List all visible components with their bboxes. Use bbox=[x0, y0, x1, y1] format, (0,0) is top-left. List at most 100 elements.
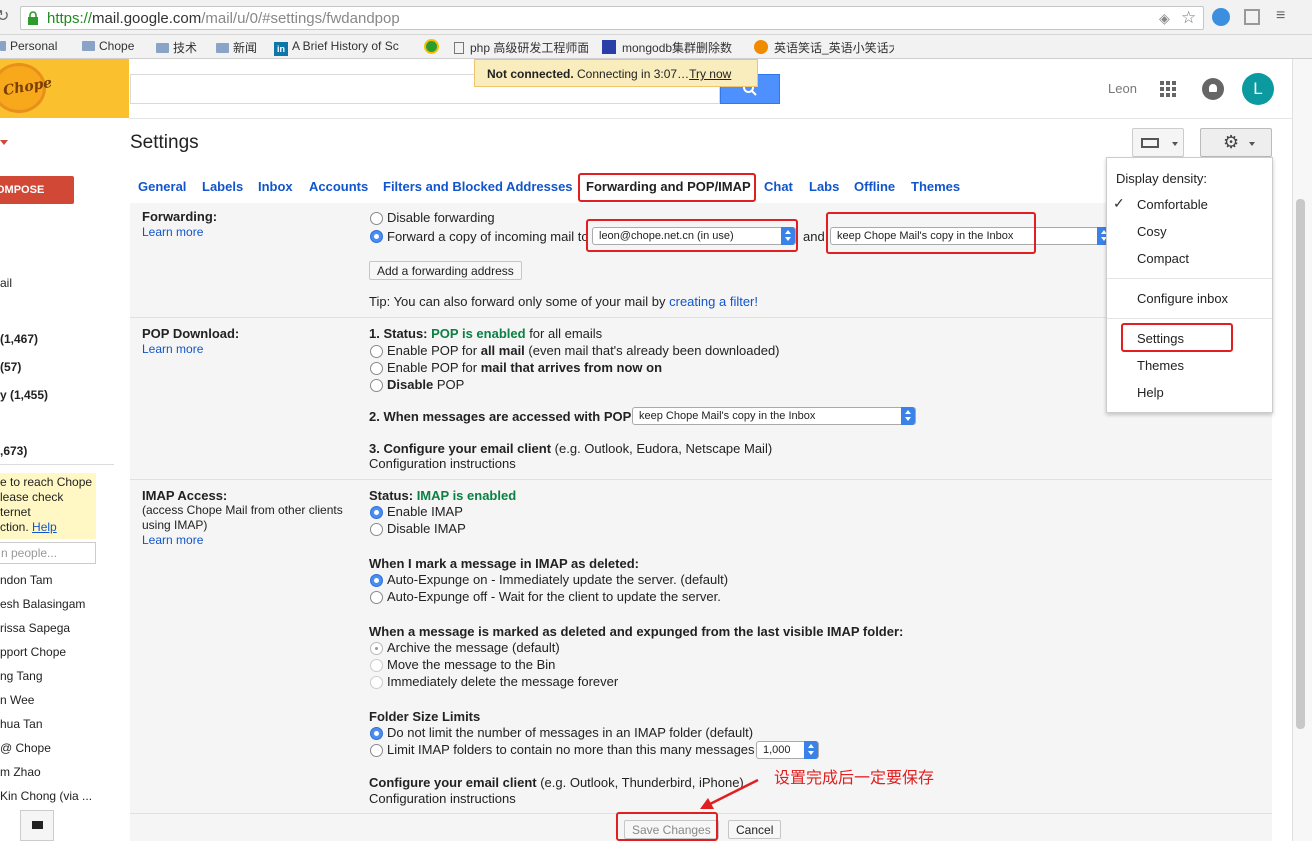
address-bar[interactable]: https://mail.google.com/mail/u/0/#settin… bbox=[20, 6, 1204, 30]
folder-size-label: Folder Size Limits bbox=[369, 709, 481, 724]
menu-icon[interactable]: ≡ bbox=[1276, 7, 1285, 25]
cancel-button[interactable]: Cancel bbox=[728, 820, 782, 839]
reload-icon[interactable]: ↻ bbox=[0, 6, 9, 26]
display-density-label: Display density: bbox=[1116, 171, 1208, 186]
compose-button[interactable]: OMPOSE bbox=[0, 176, 74, 204]
swirl-icon bbox=[754, 40, 768, 54]
extension-layout-icon[interactable] bbox=[1244, 9, 1260, 25]
input-tools-button[interactable] bbox=[1132, 128, 1184, 157]
page-scrollbar[interactable] bbox=[1292, 59, 1312, 841]
chope-logo: Chope bbox=[0, 63, 53, 113]
imap-configuration-link[interactable]: Configuration instructions bbox=[369, 791, 516, 806]
sidebar-item-count[interactable]: ,673) bbox=[0, 444, 27, 458]
connection-notice: Not connected. Connecting in 3:07…Try no… bbox=[474, 59, 758, 87]
try-now-link[interactable]: Try now bbox=[689, 67, 731, 81]
archive-radio[interactable] bbox=[370, 642, 383, 655]
menu-item-comfortable[interactable]: Comfortable bbox=[1137, 197, 1208, 212]
pop-all-mail-radio[interactable] bbox=[370, 345, 383, 358]
apps-grid-icon[interactable] bbox=[1160, 81, 1176, 97]
tab-themes[interactable]: Themes bbox=[911, 179, 960, 194]
pop-all-mail-label: Enable POP for all mail (even mail that'… bbox=[387, 343, 780, 358]
forwarding-tip: Tip: You can also forward only some of y… bbox=[369, 294, 758, 309]
pop-disable-radio[interactable] bbox=[370, 379, 383, 392]
contact-item[interactable]: m Zhao bbox=[0, 765, 41, 779]
pop-configuration-link[interactable]: Configuration instructions bbox=[369, 456, 516, 471]
brand-logo-area[interactable]: Chope bbox=[0, 59, 129, 118]
tab-filters[interactable]: Filters and Blocked Addresses bbox=[383, 179, 573, 194]
menu-item-help[interactable]: Help bbox=[1137, 385, 1164, 400]
create-filter-link[interactable]: creating a filter! bbox=[669, 294, 758, 309]
move-to-bin-label: Move the message to the Bin bbox=[387, 657, 556, 672]
tab-inbox[interactable]: Inbox bbox=[258, 179, 293, 194]
tab-general[interactable]: General bbox=[138, 179, 186, 194]
limit-radio[interactable] bbox=[370, 744, 383, 757]
pop-accessed-select[interactable]: keep Chope Mail's copy in the Inbox bbox=[632, 407, 916, 425]
imap-disable-radio[interactable] bbox=[370, 523, 383, 536]
disable-forwarding-radio[interactable] bbox=[370, 212, 383, 225]
contact-item[interactable]: pport Chope bbox=[0, 645, 66, 659]
limit-value-select[interactable]: 1,000 bbox=[756, 741, 819, 759]
tab-chat[interactable]: Chat bbox=[764, 179, 793, 194]
menu-item-compact[interactable]: Compact bbox=[1137, 251, 1189, 266]
hangouts-help-link[interactable]: Help bbox=[32, 520, 57, 534]
bookmark-php[interactable]: php 高级研发工程师面 bbox=[454, 39, 588, 56]
expunge-off-radio[interactable] bbox=[370, 591, 383, 604]
expunge-on-radio[interactable] bbox=[370, 574, 383, 587]
settings-gear-button[interactable]: ⚙ bbox=[1200, 128, 1272, 157]
annotation-arrow-icon bbox=[700, 778, 759, 809]
bookmark-badge-icon[interactable] bbox=[424, 39, 439, 54]
contact-item[interactable]: n Wee bbox=[0, 693, 34, 707]
bookmark-brief-history[interactable]: in A Brief History of Sc bbox=[274, 39, 408, 56]
folder-icon bbox=[82, 41, 95, 51]
contact-item[interactable]: Kin Chong (via ... bbox=[0, 789, 92, 803]
imap-learn-more-link[interactable]: Learn more bbox=[142, 533, 203, 547]
bookmark-news[interactable]: 新闻 bbox=[216, 39, 257, 56]
tab-accounts[interactable]: Accounts bbox=[309, 179, 368, 194]
contact-item[interactable]: hua Tan bbox=[0, 717, 43, 731]
tab-labs[interactable]: Labs bbox=[809, 179, 839, 194]
tab-offline[interactable]: Offline bbox=[854, 179, 895, 194]
no-limit-radio[interactable] bbox=[370, 727, 383, 740]
delete-forever-radio[interactable] bbox=[370, 676, 383, 689]
menu-item-themes[interactable]: Themes bbox=[1137, 358, 1184, 373]
contact-item[interactable]: esh Balasingam bbox=[0, 597, 85, 611]
contact-item[interactable]: @ Chope bbox=[0, 741, 51, 755]
chevron-down-icon bbox=[1249, 142, 1255, 146]
translate-icon[interactable]: ◈ bbox=[1159, 10, 1170, 27]
bookmark-mongodb[interactable]: mongodb集群删除数 bbox=[602, 39, 742, 56]
account-dropdown-icon[interactable] bbox=[0, 140, 8, 145]
people-search-input[interactable]: n people... bbox=[0, 542, 96, 564]
contact-item[interactable]: ng Tang bbox=[0, 669, 43, 683]
sidebar-item-count[interactable]: (57) bbox=[0, 360, 21, 374]
forwarding-learn-more-link[interactable]: Learn more bbox=[142, 225, 203, 239]
forward-copy-radio[interactable] bbox=[370, 230, 383, 243]
extension-globe-icon[interactable] bbox=[1212, 8, 1230, 26]
imap-disable-label: Disable IMAP bbox=[387, 521, 466, 536]
bookmark-tech[interactable]: 技术 bbox=[156, 39, 197, 56]
tab-labels[interactable]: Labels bbox=[202, 179, 243, 194]
pop-learn-more-link[interactable]: Learn more bbox=[142, 342, 203, 356]
add-forwarding-address-button[interactable]: Add a forwarding address bbox=[369, 261, 522, 280]
menu-divider bbox=[1107, 278, 1272, 279]
scrollbar-thumb[interactable] bbox=[1296, 199, 1305, 729]
star-icon[interactable]: ☆ bbox=[1181, 8, 1196, 28]
imap-enable-radio[interactable] bbox=[370, 506, 383, 519]
menu-item-cosy[interactable]: Cosy bbox=[1137, 224, 1167, 239]
bookmark-personal[interactable]: Personal bbox=[0, 39, 57, 53]
chat-bubble-icon[interactable] bbox=[20, 810, 54, 841]
menu-item-configure-inbox[interactable]: Configure inbox bbox=[1137, 291, 1228, 306]
sidebar-item-mail[interactable]: ail bbox=[0, 276, 12, 290]
contact-item[interactable]: ndon Tam bbox=[0, 573, 52, 587]
browser-toolbar: https://mail.google.com/mail/u/0/#settin… bbox=[0, 0, 1312, 35]
sidebar-item-count[interactable]: y (1,455) bbox=[0, 388, 48, 402]
pop-from-now-radio[interactable] bbox=[370, 362, 383, 375]
sidebar-item-count[interactable]: (1,467) bbox=[0, 332, 38, 346]
avatar[interactable]: L bbox=[1242, 73, 1274, 105]
move-to-bin-radio[interactable] bbox=[370, 659, 383, 672]
user-name[interactable]: Leon bbox=[1108, 81, 1137, 96]
pop-configure-label: 3. Configure your email client (e.g. Out… bbox=[369, 441, 773, 456]
bookmark-chope[interactable]: Chope bbox=[82, 39, 134, 53]
notification-bell-icon[interactable] bbox=[1202, 78, 1224, 100]
contact-item[interactable]: rissa Sapega bbox=[0, 621, 70, 635]
bookmark-english-jokes[interactable]: 英语笑话_英语小笑话大 bbox=[754, 39, 894, 56]
